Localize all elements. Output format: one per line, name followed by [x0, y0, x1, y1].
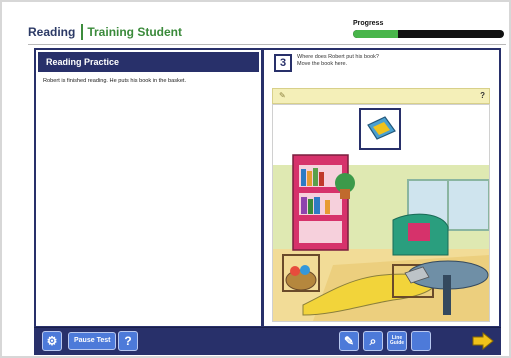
question-number: 3	[274, 54, 292, 72]
test-window: Reading Training Student Progress Readin…	[0, 0, 511, 358]
line-guide-button[interactable]: Line Guide	[387, 331, 407, 351]
reading-panel-title: Reading Practice	[38, 52, 259, 72]
help-button[interactable]: ?	[118, 331, 138, 351]
question-prompt: Where does Robert put his book?	[297, 54, 379, 60]
settings-button[interactable]: ⚙	[42, 331, 62, 351]
magnifier-button[interactable]: ⌕	[363, 331, 383, 351]
highlighter-button[interactable]: ✎	[339, 331, 359, 351]
magnifier-icon: ⌕	[369, 333, 377, 348]
progress-area: Progress	[353, 20, 504, 38]
question-instruction: Move the book here.	[297, 60, 348, 67]
scene-image	[273, 105, 490, 321]
scene-illustration	[272, 104, 490, 322]
scene-toolbar: ✎ ?	[272, 88, 490, 104]
gear-icon: ⚙	[46, 334, 58, 348]
content-area: Reading Practice Robert is finished read…	[34, 48, 501, 328]
bottom-toolbar: ⚙ Pause Test ? ✎ ⌕ Line Guide	[34, 327, 501, 355]
reading-panel: Reading Practice Robert is finished read…	[36, 50, 264, 326]
pencil-icon: ✎	[343, 334, 355, 348]
header-divider	[81, 24, 84, 40]
progress-bar	[353, 30, 504, 38]
next-button[interactable]	[472, 332, 494, 350]
progress-label: Progress	[353, 20, 384, 27]
student-name: Training Student	[87, 25, 183, 39]
app-title: Reading	[28, 25, 76, 39]
question-text: Where does Robert put his book? Move the…	[297, 54, 477, 67]
pencil-icon[interactable]: ✎	[279, 91, 286, 100]
blank-tool-button[interactable]	[411, 331, 431, 351]
question-panel: 3 Where does Robert put his book? Move t…	[268, 50, 499, 326]
header-separator	[28, 44, 506, 45]
next-arrow-icon	[472, 332, 494, 350]
progress-fill	[353, 30, 399, 38]
line-guide-label-2: Guide	[389, 340, 405, 346]
question-mark-icon[interactable]: ?	[480, 91, 485, 100]
pause-test-button[interactable]: Pause Test	[68, 332, 117, 350]
reading-passage: Robert is finished reading. He puts his …	[43, 78, 187, 84]
